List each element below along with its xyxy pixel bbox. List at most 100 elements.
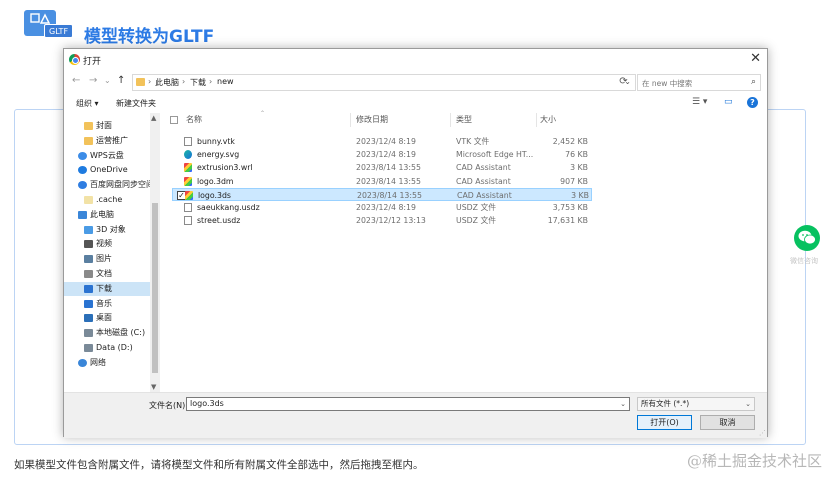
filetype-select[interactable]: 所有文件 (*.*) ⌄ (637, 397, 755, 411)
new-folder-button[interactable]: 新建文件夹 (116, 98, 156, 109)
resize-grip-icon[interactable]: ⋰ (759, 429, 766, 437)
file-row[interactable]: ✓ logo.3ds 2023/8/14 13:55 CAD Assistant 3 K… (172, 187, 592, 201)
file-row[interactable]: saeukkang.usdz 2023/12/4 8:19 USDZ 文件 3,753… (172, 201, 592, 214)
sidebar-item[interactable]: 网络 (64, 356, 150, 370)
filetype-dropdown-icon: ⌄ (745, 400, 751, 408)
breadcrumb-downloads[interactable]: 下载 (190, 77, 206, 88)
sidebar-item-label: 本地磁盘 (C:) (96, 328, 146, 338)
organize-menu[interactable]: 组织 ▾ (76, 98, 99, 109)
file-row[interactable]: energy.svg 2023/12/4 8:19 Microsoft Edge H… (172, 148, 592, 161)
sidebar-item[interactable]: 封面 (64, 119, 150, 133)
file-date: 2023/12/4 8:19 (356, 150, 416, 160)
back-button[interactable]: ← (72, 75, 80, 86)
cloud-icon (78, 166, 87, 175)
file-name: bunny.vtk (197, 137, 235, 146)
sidebar-item[interactable]: 文档 (64, 267, 150, 281)
column-header-size[interactable]: 大小 (540, 113, 590, 127)
sidebar-item-label: WPS云盘 (90, 150, 124, 160)
sidebar-item-label: 3D 对象 (96, 224, 126, 234)
sidebar-item[interactable]: 音乐 (64, 297, 150, 311)
column-separator[interactable] (536, 113, 537, 127)
sidebar-item-label: 网络 (90, 357, 106, 367)
file-row[interactable]: bunny.vtk 2023/12/4 8:19 VTK 文件 2,452 KB (172, 135, 592, 148)
navigation-scrollbar[interactable]: ▲ ▼ (150, 113, 160, 392)
file-row[interactable]: extrusion3.wrl 2023/8/14 13:55 CAD Assista… (172, 161, 592, 174)
column-header-type[interactable]: 类型 (456, 113, 536, 127)
filename-dropdown-icon[interactable]: ⌄ (620, 398, 626, 410)
sidebar-item[interactable]: Data (D:) (64, 341, 150, 355)
sidebar-item[interactable]: 运营推广 (64, 134, 150, 148)
search-icon: ⌕ (750, 77, 756, 87)
sidebar-item-label: 图片 (96, 254, 112, 264)
sidebar-item-label: 运营推广 (96, 135, 128, 145)
navigation-bar: ← → ⌄ ↑ › 此电脑 › 下载 › new ⌄ ⟳ 在 new 中搜索 ⌕ (64, 71, 767, 93)
breadcrumb-separator: › (182, 77, 186, 86)
forward-button[interactable]: → (89, 75, 97, 86)
file-date: 2023/8/14 13:55 (357, 190, 422, 200)
file-row[interactable]: street.usdz 2023/12/12 13:13 USDZ 文件 17,631… (172, 214, 592, 227)
sidebar-item[interactable]: 桌面 (64, 311, 150, 325)
file-row[interactable]: logo.3dm 2023/8/14 13:55 CAD Assistant 907 … (172, 175, 592, 188)
help-button[interactable]: ? (747, 97, 758, 108)
column-separator[interactable] (450, 113, 451, 127)
column-header-name[interactable]: 名称 (186, 113, 346, 127)
sidebar-item[interactable]: 百度网盘同步空间 (64, 178, 154, 192)
up-button[interactable]: ↑ (117, 75, 125, 86)
dialog-titlebar[interactable]: 打开 ✕ (64, 49, 767, 71)
close-button[interactable]: ✕ (750, 51, 761, 66)
breadcrumb-this-pc[interactable]: 此电脑 (155, 77, 179, 88)
navigation-pane: 封面运营推广 WPS云盘 OneDrive 百度网盘同步空间 .cache 此电脑 3D 对… (64, 113, 162, 392)
scrollbar-thumb[interactable] (152, 203, 158, 373)
sidebar-item[interactable]: WPS云盘 (64, 149, 150, 163)
wechat-button[interactable] (794, 225, 820, 251)
open-button[interactable]: 打开(O) (637, 415, 692, 430)
file-name: energy.svg (197, 150, 240, 160)
scroll-up-icon[interactable]: ▲ (151, 114, 156, 122)
file-doc-icon (184, 137, 192, 146)
documents-icon (84, 270, 93, 278)
wechat-label: 微信咨询 (790, 257, 818, 265)
scroll-down-icon[interactable]: ▼ (151, 383, 156, 391)
disk-icon (84, 344, 93, 352)
open-file-dialog: 打开 ✕ ← → ⌄ ↑ › 此电脑 › 下载 › new ⌄ ⟳ 在 new … (63, 48, 768, 438)
sidebar-item-label: .cache (96, 195, 123, 204)
sidebar-item[interactable]: 下载 (64, 281, 150, 296)
file-name: logo.3ds (198, 190, 231, 200)
disk-icon (84, 329, 93, 338)
sidebar-item[interactable]: 视频 (64, 237, 150, 251)
file-size: 3 KB (571, 190, 589, 200)
baidu-icon (78, 181, 87, 190)
sidebar-item[interactable]: 本地磁盘 (C:) (64, 326, 150, 340)
refresh-button[interactable]: ⟳ (615, 74, 632, 91)
logo-tag: GLTF (44, 24, 74, 38)
pictures-icon (84, 255, 93, 264)
column-header-date[interactable]: 修改日期 (356, 113, 446, 127)
cancel-button[interactable]: 取消 (700, 415, 755, 430)
filename-input[interactable]: logo.3ds ⌄ (186, 397, 630, 411)
sidebar-item-label: Data (D:) (96, 343, 133, 352)
sidebar-item-label: 下载 (96, 283, 112, 293)
sidebar-item-label: 百度网盘同步空间 (90, 180, 154, 190)
computer-icon (78, 210, 87, 219)
recent-locations-dropdown[interactable]: ⌄ (104, 76, 111, 85)
file-name: logo.3dm (197, 176, 234, 186)
sidebar-item-label: 视频 (96, 239, 112, 249)
select-all-checkbox[interactable] (170, 116, 178, 124)
sidebar-item[interactable]: 图片 (64, 252, 150, 266)
address-bar[interactable]: › 此电脑 › 下载 › new ⌄ (132, 74, 636, 91)
download-icon (84, 284, 93, 293)
sidebar-item[interactable]: OneDrive (64, 163, 150, 177)
search-placeholder: 在 new 中搜索 (642, 79, 693, 88)
file-date: 2023/8/14 13:55 (356, 176, 421, 186)
sidebar-item[interactable]: 此电脑 (64, 208, 150, 222)
preview-pane-button[interactable]: ▭ (724, 97, 733, 107)
breadcrumb-separator: › (209, 77, 213, 86)
search-input[interactable]: 在 new 中搜索 ⌕ (637, 74, 761, 91)
cloud-icon (78, 151, 87, 160)
view-options-button[interactable]: ☰ ▾ (692, 97, 707, 107)
breadcrumb-new[interactable]: new (217, 77, 234, 86)
column-separator[interactable] (350, 113, 351, 127)
sidebar-item[interactable]: 3D 对象 (64, 223, 150, 237)
breadcrumb-separator: › (148, 77, 152, 86)
sidebar-item[interactable]: .cache (64, 193, 150, 207)
